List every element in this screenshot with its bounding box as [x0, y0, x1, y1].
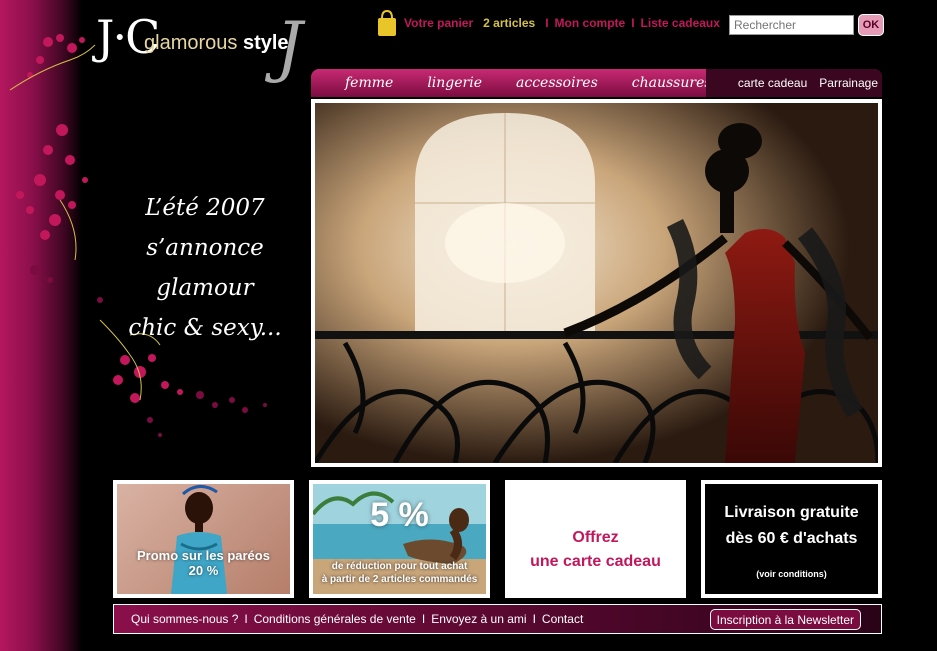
header-links: Votre panier 2 articles I Mon compte I L… — [376, 8, 720, 38]
nav-item-femme[interactable]: femme — [311, 75, 410, 91]
footer-link-about[interactable]: Qui sommes-nous ? — [131, 612, 238, 626]
separator: I — [421, 612, 426, 626]
promo-pareos-percent: 20 % — [188, 563, 219, 578]
nav-item-referral[interactable]: Parrainage — [819, 76, 878, 90]
newsletter-button[interactable]: Inscription à la Newsletter — [709, 609, 861, 630]
separator: I — [545, 16, 549, 30]
separator: I — [631, 16, 635, 30]
promo-pareos[interactable]: Promo sur les paréos 20 % — [113, 480, 294, 598]
hero-banner[interactable] — [311, 99, 882, 467]
footer-links: Qui sommes-nous ? I Conditions générales… — [114, 612, 583, 626]
promo-gift-line2: une carte cadeau — [530, 553, 661, 570]
promo-shipping-line1: Livraison gratuite — [724, 504, 859, 521]
gift-list-link[interactable]: Liste cadeaux — [641, 16, 720, 30]
search-input[interactable] — [729, 15, 854, 35]
logo-flourish: J — [276, 8, 303, 85]
hero-photo — [315, 103, 878, 463]
secondary-nav: carte cadeau Parrainage — [706, 69, 882, 97]
promo-gift-text: Offrez une carte cadeau — [509, 526, 682, 574]
cart-count[interactable]: 2 articles — [483, 16, 535, 30]
footer-link-terms[interactable]: Conditions générales de vente — [254, 612, 416, 626]
promo-pareos-title: Promo sur les paréos — [137, 548, 270, 563]
nav-item-accessoires[interactable]: accessoires — [499, 75, 615, 91]
slogan-line: L’été 2007 — [145, 195, 265, 221]
slogan: L’été 2007 s’annonce glamour chic & sexy… — [120, 188, 290, 348]
slogan-line: glamour — [156, 275, 254, 301]
slogan-line: chic & sexy... — [128, 315, 282, 341]
logo-word-glamorous: glamorous — [144, 32, 238, 54]
separator: I — [532, 612, 536, 626]
promo-discount[interactable]: 5 % de réduction pour tout achat à parti… — [309, 480, 490, 598]
promo-shipping-conditions-link[interactable]: (voir conditions) — [705, 569, 878, 579]
search-button[interactable]: OK — [858, 14, 884, 36]
shopping-bag-icon[interactable] — [376, 9, 398, 37]
promo-discount-value: 5 % — [370, 496, 429, 534]
promo-shipping-text: Livraison gratuite dès 60 € d'achats — [705, 500, 878, 552]
promo-gift-line1: Offrez — [572, 529, 619, 546]
site-logo[interactable]: J·C glamorous style J — [96, 8, 316, 90]
footer-bar: Qui sommes-nous ? I Conditions générales… — [113, 604, 882, 634]
slogan-line: s’annonce — [146, 235, 264, 261]
account-link[interactable]: Mon compte — [555, 16, 626, 30]
promo-pareos-text: Promo sur les paréos 20 % — [117, 548, 290, 578]
category-nav: femme lingerie accessoires chaussures — [311, 69, 712, 97]
nav-item-lingerie[interactable]: lingerie — [410, 75, 499, 91]
promo-shipping-line2: dès 60 € d'achats — [725, 530, 858, 547]
promo-free-shipping[interactable]: Livraison gratuite dès 60 € d'achats (vo… — [701, 480, 882, 598]
logo-wordmark: glamorous style — [144, 32, 289, 55]
promo-discount-line1: de réduction pour tout achat — [331, 561, 468, 572]
separator: I — [244, 612, 248, 626]
promo-discount-text: de réduction pour tout achat à partir de… — [313, 560, 486, 586]
promo-discount-line2: à partir de 2 articles commandés — [321, 574, 478, 585]
footer-link-send-friend[interactable]: Envoyez à un ami — [431, 612, 526, 626]
main-nav: femme lingerie accessoires chaussures ca… — [311, 69, 882, 97]
cart-link[interactable]: Votre panier — [404, 16, 473, 30]
nav-item-gift-card[interactable]: carte cadeau — [738, 76, 807, 90]
footer-link-contact[interactable]: Contact — [542, 612, 583, 626]
promo-gift-card[interactable]: Offrez une carte cadeau — [505, 480, 686, 598]
